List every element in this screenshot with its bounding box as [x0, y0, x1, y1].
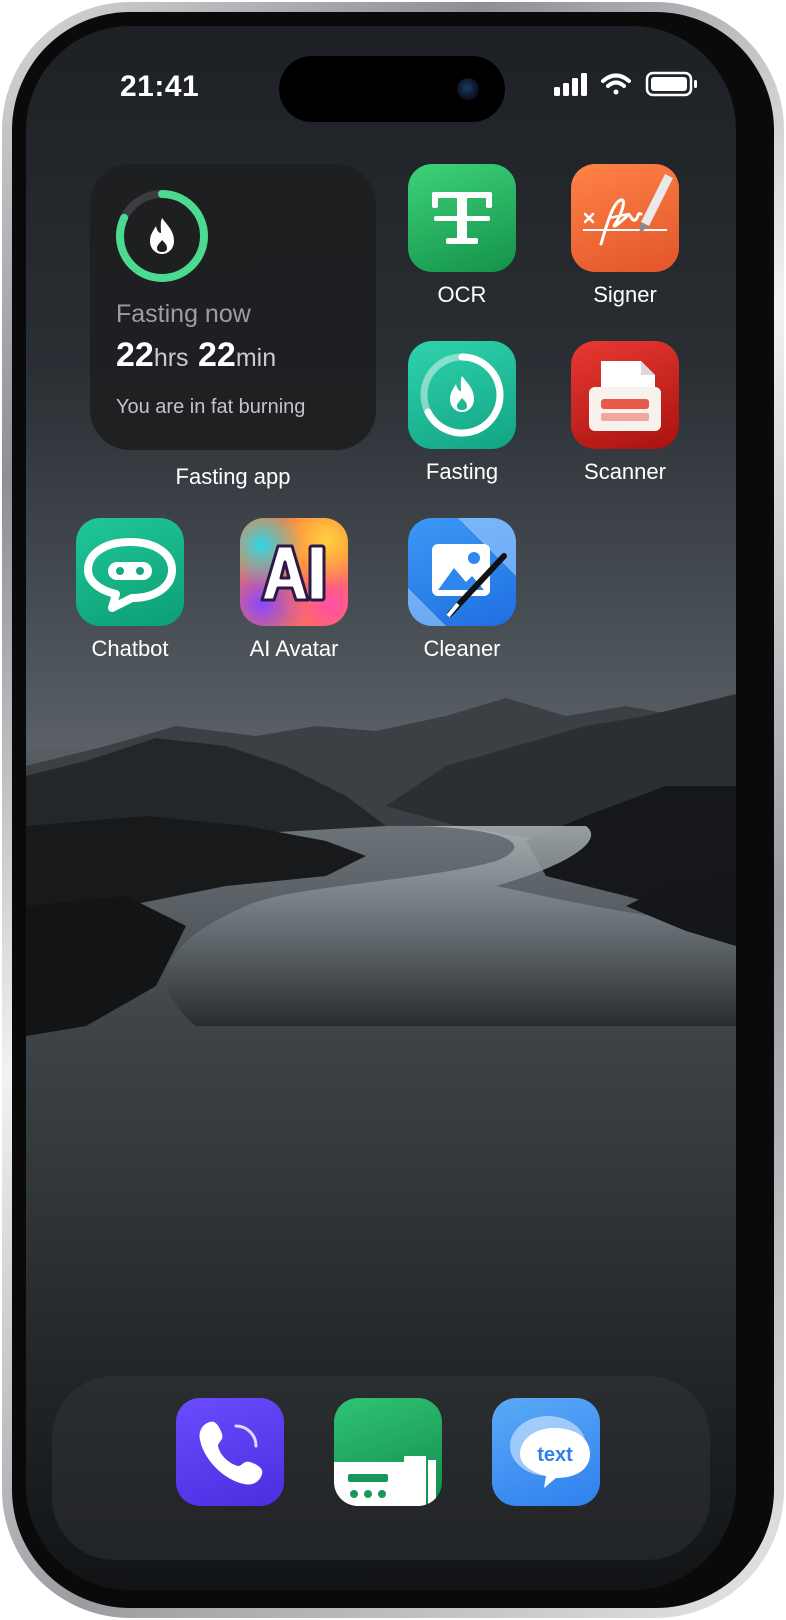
- app-label: Signer: [593, 282, 657, 307]
- dock-messages-app[interactable]: text: [492, 1398, 600, 1506]
- app-scanner[interactable]: Scanner: [550, 341, 700, 491]
- app-label: AI Avatar: [249, 636, 339, 661]
- dock: text: [52, 1376, 710, 1560]
- fasting-status-label: Fasting now: [116, 300, 251, 328]
- scanner-icon: [571, 341, 679, 449]
- ocr-text-icon: [408, 164, 516, 272]
- app-label: Fasting: [425, 459, 499, 484]
- app-cleaner[interactable]: Cleaner: [387, 518, 537, 668]
- fasting-elapsed-time: 22hrs 22min: [116, 336, 276, 375]
- app-chatbot[interactable]: Chatbot: [55, 518, 205, 668]
- status-time: 21:41: [120, 70, 200, 103]
- fax-machine-icon: [334, 1456, 436, 1506]
- status-icons: [554, 71, 697, 97]
- front-camera-icon: [457, 78, 479, 100]
- fasting-subtitle: You are in fat burning: [116, 396, 306, 418]
- chatbot-bubble-icon: [76, 518, 184, 626]
- app-label: Chatbot: [91, 636, 169, 661]
- dock-fax-app[interactable]: [334, 1398, 442, 1506]
- battery-icon: [645, 71, 697, 97]
- app-label: Scanner: [584, 459, 666, 484]
- app-fasting[interactable]: Fasting: [387, 341, 537, 491]
- dock-text-label: text: [537, 1444, 573, 1466]
- app-ocr[interactable]: OCR: [387, 164, 537, 314]
- fasting-progress-ring: [116, 190, 208, 282]
- wifi-icon: [601, 73, 631, 95]
- dock-phone-app[interactable]: [176, 1398, 284, 1506]
- home-screen: 21:41 Fasting now 22hrs 22min You are in…: [26, 26, 736, 1590]
- flame-icon: [150, 218, 174, 254]
- app-label: OCR: [437, 282, 487, 307]
- app-label: Cleaner: [423, 636, 501, 661]
- app-signer[interactable]: Signer: [550, 164, 700, 314]
- cellular-signal-icon: [554, 73, 587, 96]
- fasting-flame-icon: [408, 341, 516, 449]
- fasting-widget[interactable]: Fasting now 22hrs 22min You are in fat b…: [90, 164, 376, 450]
- minutes-value: 22: [198, 336, 236, 374]
- minutes-unit: min: [235, 344, 277, 372]
- signature-pen-icon: [571, 164, 679, 272]
- ai-avatar-icon: [240, 518, 348, 626]
- widget-caption: Fasting app: [175, 464, 291, 489]
- phone-call-icon: [199, 1421, 263, 1485]
- app-ai-avatar[interactable]: AI Avatar: [219, 518, 369, 668]
- dynamic-island: [279, 56, 505, 122]
- hours-unit: hrs: [153, 344, 189, 372]
- photo-cleaner-icon: [408, 518, 516, 626]
- text-message-icon: text: [510, 1416, 590, 1488]
- hours-value: 22: [116, 336, 154, 374]
